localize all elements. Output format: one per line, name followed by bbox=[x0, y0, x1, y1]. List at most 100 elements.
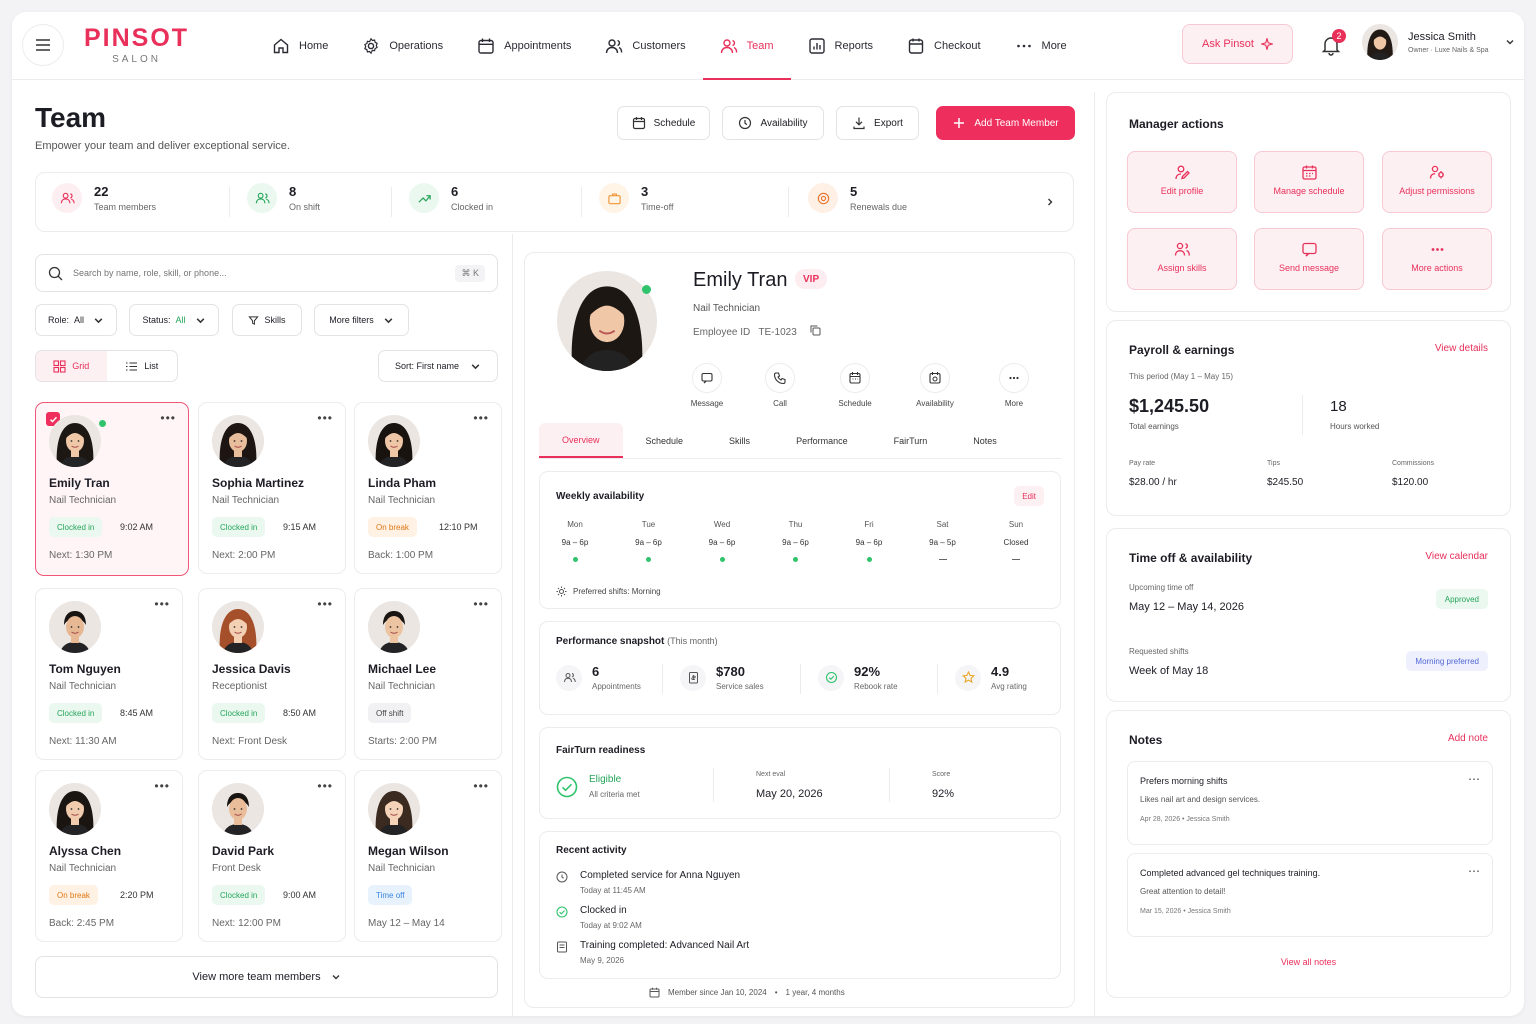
team-member-card[interactable]: ••• David Park Front Desk Clocked in 9:00 AM… bbox=[198, 770, 346, 942]
day-marker bbox=[839, 555, 899, 563]
quick-action-label: Message bbox=[690, 399, 724, 408]
menu-button[interactable] bbox=[22, 24, 64, 66]
team-member-card[interactable]: ••• Linda Pham Nail Technician On break 12:1… bbox=[354, 402, 502, 574]
tab-notes[interactable]: Notes bbox=[950, 423, 1020, 458]
nav-label: Team bbox=[746, 40, 774, 52]
role-filter[interactable]: Role: All bbox=[35, 304, 117, 336]
copy-icon[interactable] bbox=[810, 325, 821, 336]
status-badge: Clocked in bbox=[212, 885, 266, 905]
assign-skills-button[interactable]: Assign skills bbox=[1127, 228, 1237, 290]
performance-snapshot-card: Performance snapshot (This month) 6 Appoi… bbox=[539, 621, 1061, 715]
suitcase-icon bbox=[599, 183, 629, 213]
add-team-member-button[interactable]: Add Team Member bbox=[936, 106, 1075, 140]
nav-home[interactable]: Home bbox=[255, 12, 345, 80]
chevron-right-icon[interactable] bbox=[1045, 197, 1055, 207]
availability-icon bbox=[929, 372, 941, 384]
team-member-card[interactable]: ••• Alyssa Chen Nail Technician On break 2:2… bbox=[35, 770, 183, 942]
tab-schedule[interactable]: Schedule bbox=[623, 423, 707, 458]
member-name: David Park bbox=[212, 844, 275, 858]
ask-pinsot-button[interactable]: Ask Pinsot bbox=[1182, 24, 1293, 64]
card-menu-icon[interactable]: ••• bbox=[473, 779, 489, 793]
status-filter[interactable]: Status: All bbox=[129, 304, 219, 336]
view-calendar-link[interactable]: View calendar bbox=[1425, 551, 1488, 562]
team-member-card[interactable]: ••• Megan Wilson Nail Technician Time off Ma… bbox=[354, 770, 502, 942]
export-button[interactable]: Export bbox=[836, 106, 919, 140]
card-menu-icon[interactable]: ••• bbox=[154, 779, 170, 793]
list-view-button[interactable]: List bbox=[107, 351, 178, 381]
unavailable-dash bbox=[1012, 558, 1020, 560]
day-name: Sun bbox=[1008, 520, 1024, 529]
nav-appointments[interactable]: Appointments bbox=[460, 12, 588, 80]
more-actions-button[interactable]: More actions bbox=[1382, 228, 1492, 290]
view-details-link[interactable]: View details bbox=[1435, 343, 1488, 354]
quick-action-more[interactable]: More bbox=[984, 363, 1044, 408]
card-menu-icon[interactable]: ••• bbox=[473, 597, 489, 611]
sort-dropdown[interactable]: Sort: First name bbox=[378, 350, 498, 382]
nav-team[interactable]: Team bbox=[702, 12, 791, 80]
tab-overview[interactable]: Overview bbox=[539, 423, 623, 458]
schedule-button[interactable]: Schedule bbox=[617, 106, 710, 140]
adjust-permissions-button[interactable]: Adjust permissions bbox=[1382, 151, 1492, 213]
stat-on-shift[interactable]: 8 On shift bbox=[247, 183, 320, 213]
stat-value: 8 bbox=[289, 184, 297, 199]
card-menu-icon[interactable]: ••• bbox=[154, 597, 170, 611]
note-menu-icon[interactable]: ⋯ bbox=[1468, 864, 1480, 878]
team-member-card[interactable]: ••• Emily Tran Nail Technician Clocked in 9:… bbox=[35, 402, 189, 576]
member-since-label: Member since Jan 10, 2024 bbox=[668, 988, 767, 997]
view-all-notes-link[interactable]: View all notes bbox=[1107, 957, 1510, 967]
team-member-card[interactable]: ••• Jessica Davis Receptionist Clocked in 8:… bbox=[198, 588, 346, 760]
user-menu[interactable]: Jessica Smith Owner · Luxe Nails & Spa bbox=[1362, 24, 1515, 60]
grid-view-button[interactable]: Grid bbox=[36, 351, 107, 381]
search-bar[interactable]: ⌘ K bbox=[35, 254, 498, 292]
nav-more[interactable]: More bbox=[998, 12, 1084, 80]
team-member-card[interactable]: ••• Michael Lee Nail Technician Off shift St… bbox=[354, 588, 502, 760]
quick-action-label: Schedule bbox=[838, 399, 872, 408]
search-input[interactable] bbox=[73, 268, 446, 278]
available-dot bbox=[866, 556, 872, 562]
quick-action-availability[interactable]: Availability bbox=[905, 363, 965, 408]
tab-skills[interactable]: Skills bbox=[706, 423, 773, 458]
tips-label: Tips bbox=[1267, 460, 1280, 467]
manage-schedule-button[interactable]: Manage schedule bbox=[1254, 151, 1364, 213]
team-member-card[interactable]: ••• Sophia Martinez Nail Technician Clocked… bbox=[198, 402, 346, 574]
requested-shifts-label: Requested shifts bbox=[1129, 647, 1189, 656]
nav-reports[interactable]: Reports bbox=[791, 12, 891, 80]
stat-time-off[interactable]: 3 Time-off bbox=[599, 183, 674, 213]
availability-button[interactable]: Availability bbox=[722, 106, 824, 140]
send-message-button[interactable]: Send message bbox=[1254, 228, 1364, 290]
nav-customers[interactable]: Customers bbox=[588, 12, 702, 80]
quick-action-message[interactable]: Message bbox=[677, 363, 737, 408]
quick-action-call[interactable]: Call bbox=[750, 363, 810, 408]
quick-action-schedule[interactable]: Schedule bbox=[825, 363, 885, 408]
activity-text: Training completed: Advanced Nail Art bbox=[580, 940, 750, 951]
member-role: Nail Technician bbox=[368, 863, 436, 874]
tab-fairturn[interactable]: FairTurn bbox=[871, 423, 951, 458]
brand-logo[interactable]: PINSOT SALON bbox=[84, 24, 189, 65]
edit-profile-button[interactable]: Edit profile bbox=[1127, 151, 1237, 213]
stat-clocked-in[interactable]: 6 Clocked in bbox=[409, 183, 493, 213]
card-menu-icon[interactable]: ••• bbox=[317, 597, 333, 611]
note-item[interactable]: Completed advanced gel techniques traini… bbox=[1127, 853, 1493, 937]
card-menu-icon[interactable]: ••• bbox=[160, 411, 176, 425]
card-menu-icon[interactable]: ••• bbox=[317, 411, 333, 425]
card-menu-icon[interactable]: ••• bbox=[317, 779, 333, 793]
tab-performance[interactable]: Performance bbox=[773, 423, 871, 458]
available-dot bbox=[572, 556, 578, 562]
note-item[interactable]: Prefers morning shifts Likes nail art an… bbox=[1127, 761, 1493, 845]
add-note-link[interactable]: Add note bbox=[1448, 733, 1488, 744]
more-filters[interactable]: More filters bbox=[314, 304, 409, 336]
note-menu-icon[interactable]: ⋯ bbox=[1468, 772, 1480, 786]
stat-renewals-due[interactable]: 5 Renewals due bbox=[808, 183, 907, 213]
member-avatar bbox=[212, 783, 264, 835]
nav-checkout[interactable]: Checkout bbox=[890, 12, 997, 80]
view-more-button[interactable]: View more team members bbox=[35, 956, 498, 998]
team-member-card[interactable]: ••• Tom Nguyen Nail Technician Clocked in 8:… bbox=[35, 588, 183, 760]
stat-team-members[interactable]: 22 Team members bbox=[52, 183, 156, 213]
day-marker bbox=[913, 555, 973, 563]
edit-availability-button[interactable]: Edit bbox=[1014, 486, 1044, 506]
nav-operations[interactable]: Operations bbox=[345, 12, 460, 80]
card-menu-icon[interactable]: ••• bbox=[473, 411, 489, 425]
calendar-icon bbox=[649, 987, 660, 998]
export-label: Export bbox=[874, 117, 903, 129]
skills-filter[interactable]: Skills bbox=[232, 304, 302, 336]
